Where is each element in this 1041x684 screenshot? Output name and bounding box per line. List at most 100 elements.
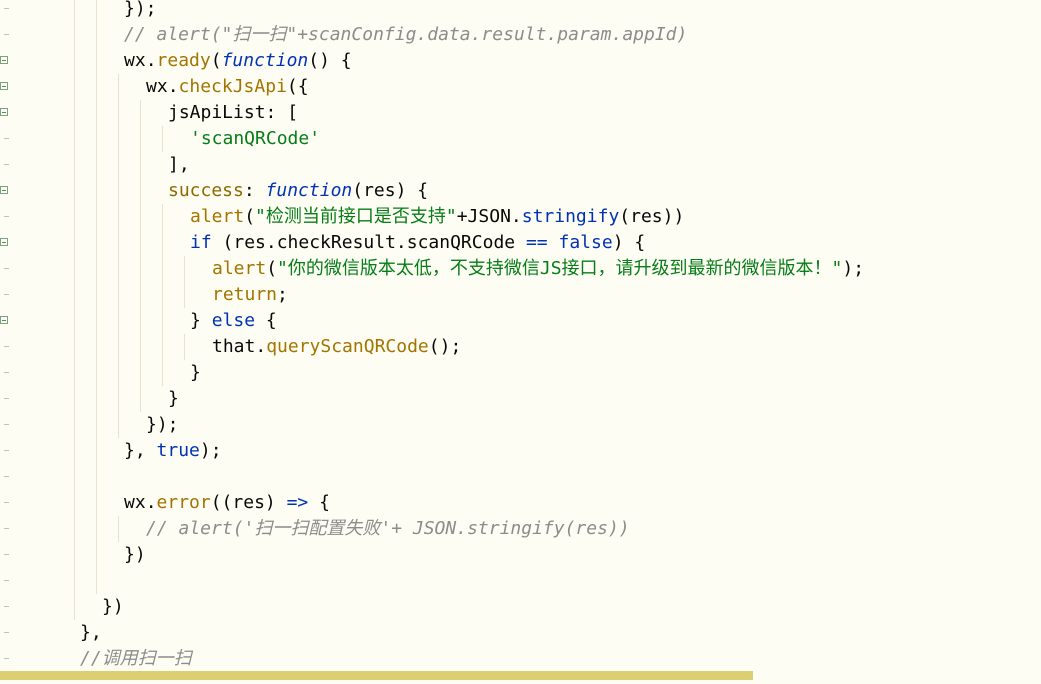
code-line[interactable]: alert("检测当前接口是否支持"+JSON.stringify(res)) (0, 204, 1041, 230)
gutter-tick (4, 476, 9, 477)
code-line[interactable]: 'scanQRCode' (0, 126, 1041, 152)
gutter-tick (4, 216, 9, 217)
gutter-tick (4, 138, 9, 139)
code-line[interactable] (0, 464, 1041, 490)
code-token: // alert('扫一扫配置失败'+ JSON.stringify(res)) (146, 518, 630, 539)
gutter-tick (4, 450, 9, 451)
gutter-tick (4, 268, 9, 269)
code-token: } (124, 0, 135, 19)
gutter-tick (4, 372, 9, 373)
code-token: (res) { (352, 180, 429, 201)
fold-toggle-icon[interactable] (0, 82, 8, 90)
code-token: }) (102, 596, 124, 617)
gutter-tick (4, 294, 9, 295)
gutter-tick (4, 398, 9, 399)
code-token: . (255, 336, 267, 357)
code-line[interactable]: ], (0, 152, 1041, 178)
code-line[interactable]: } (0, 386, 1041, 412)
code-token: alert (190, 206, 245, 227)
code-line[interactable]: wx.checkJsApi({ (0, 74, 1041, 100)
code-text: // alert("扫一扫"+scanConfig.data.result.pa… (124, 22, 687, 48)
gutter-tick (4, 528, 9, 529)
gutter-tick (4, 658, 9, 659)
code-line[interactable]: }); (0, 0, 1041, 22)
code-text: } (168, 386, 179, 412)
code-token: (res)) (619, 206, 685, 227)
code-line[interactable]: wx.error((res) => { (0, 490, 1041, 516)
code-text: // alert('扫一扫配置失败'+ JSON.stringify(res)) (146, 516, 630, 542)
code-text: }) (102, 594, 124, 620)
code-token: wx (124, 492, 146, 513)
code-line[interactable] (0, 568, 1041, 594)
code-token: ({ (286, 76, 309, 97)
code-line[interactable]: if (res.checkResult.scanQRCode == false)… (0, 230, 1041, 256)
fold-toggle-icon[interactable] (0, 316, 8, 324)
code-token: }); (146, 414, 179, 435)
code-token: }) (124, 544, 146, 565)
code-token: false (558, 232, 613, 253)
code-line[interactable]: success: function(res) { (0, 178, 1041, 204)
code-token: ( (266, 258, 278, 279)
fold-toggle-icon[interactable] (0, 186, 8, 194)
code-token: => (286, 492, 309, 513)
code-line[interactable]: }, true); (0, 438, 1041, 464)
gutter-tick (4, 424, 9, 425)
horizontal-scrollbar[interactable] (0, 669, 1041, 684)
code-text: }, (80, 620, 102, 646)
code-text: ], (168, 152, 190, 178)
code-token: ], (168, 154, 190, 175)
code-token: checkJsApi (178, 76, 287, 97)
code-line[interactable]: }) (0, 594, 1041, 620)
code-token: function (265, 180, 353, 201)
code-token: } (190, 362, 201, 383)
code-editor[interactable]: });// alert("扫一扫"+scanConfig.data.result… (0, 0, 1041, 684)
code-token: +JSON. (456, 206, 522, 227)
code-token: } (190, 310, 212, 331)
fold-toggle-icon[interactable] (0, 238, 8, 246)
code-line[interactable]: } (0, 360, 1041, 386)
code-token: ((res) (210, 492, 287, 513)
gutter-tick (4, 502, 9, 503)
code-token: // alert("扫一扫"+scanConfig.data.result.pa… (124, 24, 688, 45)
code-text: if (res.checkResult.scanQRCode == false)… (190, 230, 645, 256)
code-text: alert("检测当前接口是否支持"+JSON.stringify(res)) (190, 204, 684, 230)
gutter-tick (4, 606, 9, 607)
code-line[interactable]: // alert("扫一扫"+scanConfig.data.result.pa… (0, 22, 1041, 48)
code-token: jsApiList (168, 102, 266, 123)
code-token: if (190, 232, 212, 253)
code-token: ) { (612, 232, 646, 253)
code-text: }); (146, 412, 179, 438)
code-line[interactable]: }); (0, 412, 1041, 438)
code-line[interactable]: that.queryScanQRCode(); (0, 334, 1041, 360)
code-token: wx (146, 76, 168, 97)
code-line[interactable]: alert("你的微信版本太低，不支持微信JS接口，请升级到最新的微信版本！")… (0, 256, 1041, 282)
fold-toggle-icon[interactable] (0, 108, 8, 116)
code-text: wx.checkJsApi({ (146, 74, 309, 100)
code-token: true (156, 440, 200, 461)
code-line[interactable]: // alert('扫一扫配置失败'+ JSON.stringify(res)) (0, 516, 1041, 542)
code-line[interactable]: } else { (0, 308, 1041, 334)
gutter-tick (4, 164, 9, 165)
code-token: alert (212, 258, 267, 279)
code-line[interactable]: return; (0, 282, 1041, 308)
code-token: == (525, 232, 548, 253)
code-line[interactable]: wx.ready(function() { (0, 48, 1041, 74)
code-text: }); (124, 0, 157, 22)
code-token: () { (308, 50, 352, 71)
code-text: alert("你的微信版本太低，不支持微信JS接口，请升级到最新的微信版本！")… (212, 256, 864, 282)
code-token: }, (124, 440, 157, 461)
code-token: else (211, 310, 256, 331)
code-token: : [ (265, 102, 299, 123)
code-line[interactable]: }, (0, 620, 1041, 646)
fold-toggle-icon[interactable] (0, 56, 8, 64)
code-token: error (156, 492, 211, 513)
horizontal-scrollbar-thumb[interactable] (0, 671, 753, 680)
code-line[interactable]: }) (0, 542, 1041, 568)
code-token: : (243, 180, 266, 201)
code-token: that (212, 336, 256, 357)
gutter-tick (4, 34, 9, 35)
code-text: success: function(res) { (168, 178, 428, 204)
code-line[interactable]: jsApiList: [ (0, 100, 1041, 126)
code-token: ); (199, 440, 222, 461)
